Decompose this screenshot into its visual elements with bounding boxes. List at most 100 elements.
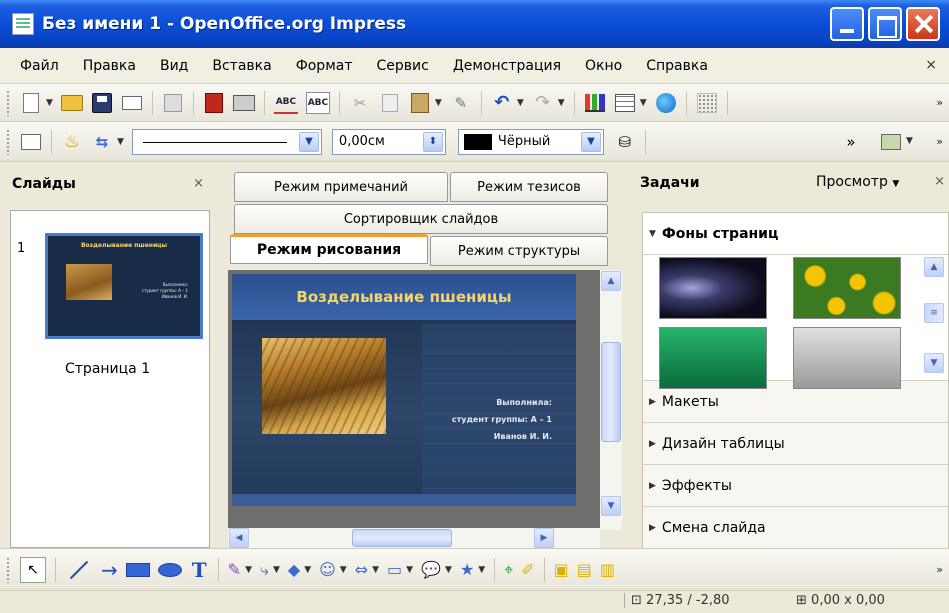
menu-slideshow[interactable]: Демонстрация bbox=[441, 58, 573, 74]
tab-notes[interactable]: Режим примечаний bbox=[234, 172, 448, 202]
curve-tool-icon[interactable]: ✎ bbox=[228, 560, 241, 579]
scroll-up-icon[interactable]: ▲ bbox=[924, 257, 944, 277]
vertical-scroll-thumb[interactable] bbox=[601, 342, 621, 442]
section-slide-transition[interactable]: ▶ Смена слайда bbox=[643, 507, 948, 549]
toolbar-more-button[interactable]: » bbox=[936, 135, 943, 148]
toolbar-more-button[interactable]: » bbox=[936, 96, 943, 109]
chevron-down-icon[interactable]: ▼ bbox=[298, 131, 319, 152]
open-folder-icon[interactable] bbox=[60, 92, 83, 114]
grid-icon[interactable] bbox=[696, 92, 718, 114]
navigator-icon[interactable] bbox=[655, 92, 677, 114]
text-tool-icon[interactable]: T bbox=[192, 558, 207, 582]
block-arrows-icon[interactable]: ⇔ bbox=[355, 560, 368, 579]
new-document-icon[interactable] bbox=[20, 92, 42, 114]
slide-canvas[interactable]: Возделывание пшеницы Выполнила: студент … bbox=[228, 270, 600, 530]
ellipse-tool-icon[interactable] bbox=[157, 562, 182, 577]
slide[interactable]: Возделывание пшеницы Выполнила: студент … bbox=[232, 274, 576, 506]
line-width-field[interactable]: 0,00см ⬍ bbox=[331, 128, 446, 155]
chevron-down-icon[interactable]: ▼ bbox=[558, 98, 565, 108]
scroll-down-icon[interactable]: ▼ bbox=[924, 353, 944, 373]
chevron-down-icon[interactable]: ▼ bbox=[478, 565, 485, 575]
clone-formatting-icon[interactable]: ✎ bbox=[450, 92, 472, 114]
master-page-thumbnail[interactable] bbox=[659, 257, 767, 319]
slides-list[interactable]: 1 Возделывание пшеницы Выполнила: студен… bbox=[10, 210, 210, 548]
line-style-select[interactable]: ▼ bbox=[131, 128, 322, 155]
tab-handout[interactable]: Режим тезисов bbox=[450, 172, 608, 202]
spellcheck-icon[interactable]: ABC bbox=[273, 92, 298, 114]
right-splitter[interactable] bbox=[626, 162, 636, 548]
slide-thumbnail[interactable]: Возделывание пшеницы Выполнила: студент … bbox=[45, 233, 203, 339]
chevron-down-icon[interactable]: ▼ bbox=[340, 565, 347, 575]
cut-icon[interactable]: ✂ bbox=[349, 92, 371, 114]
chevron-down-icon[interactable]: ▼ bbox=[304, 565, 311, 575]
spin-button-icon[interactable]: ⬍ bbox=[422, 131, 443, 152]
document-close-button[interactable]: × bbox=[925, 57, 937, 73]
tasks-pane-close-button[interactable]: × bbox=[934, 174, 945, 189]
chevron-down-icon[interactable]: ▼ bbox=[245, 565, 252, 575]
chevron-down-icon[interactable]: ▼ bbox=[406, 565, 413, 575]
flowchart-icon[interactable]: ▭ bbox=[387, 560, 402, 579]
redo-icon[interactable]: ↷ bbox=[532, 92, 554, 114]
slides-pane-close-button[interactable]: × bbox=[193, 176, 204, 191]
horizontal-scrollbar[interactable]: ◀ ▶ bbox=[228, 528, 600, 548]
menu-file[interactable]: Файл bbox=[8, 58, 71, 74]
toolbar-more-button[interactable]: » bbox=[936, 563, 943, 576]
from-file-icon[interactable]: ▤ bbox=[577, 560, 592, 579]
section-effects[interactable]: ▶ Эффекты bbox=[643, 465, 948, 507]
copy-icon[interactable] bbox=[379, 92, 401, 114]
chevron-down-icon[interactable]: ▼ bbox=[46, 98, 53, 108]
close-button[interactable] bbox=[906, 7, 940, 41]
select-icon[interactable]: ↖ bbox=[20, 556, 46, 583]
scroll-down-icon[interactable]: ▼ bbox=[601, 496, 621, 516]
chevron-down-icon[interactable]: ▼ bbox=[117, 137, 124, 147]
menu-window[interactable]: Окно bbox=[573, 58, 634, 74]
menu-tools[interactable]: Сервис bbox=[365, 58, 441, 74]
line-tool-icon[interactable] bbox=[69, 560, 89, 579]
chevron-down-icon[interactable]: ▼ bbox=[372, 565, 379, 575]
basic-shapes-icon[interactable]: ◆ bbox=[288, 560, 300, 579]
table-icon[interactable] bbox=[614, 92, 636, 114]
slide-insert-icon[interactable] bbox=[880, 131, 902, 153]
maximize-button[interactable] bbox=[868, 7, 902, 41]
area-fill-icon[interactable]: ⛁ bbox=[614, 131, 636, 153]
menu-format[interactable]: Формат bbox=[284, 58, 365, 74]
chevron-down-icon[interactable]: ▼ bbox=[580, 131, 601, 152]
toolbar-grip[interactable] bbox=[6, 556, 10, 583]
menu-view[interactable]: Вид bbox=[148, 58, 200, 74]
slide-layout-icon[interactable] bbox=[20, 131, 42, 153]
chart-icon[interactable] bbox=[584, 92, 606, 114]
left-splitter[interactable] bbox=[214, 162, 224, 548]
tab-outline[interactable]: Режим структуры bbox=[430, 236, 608, 266]
autospellcheck-icon[interactable]: ABC bbox=[305, 91, 330, 114]
impress-app-icon[interactable] bbox=[12, 13, 34, 35]
email-icon[interactable] bbox=[121, 92, 143, 114]
symbol-shapes-icon[interactable]: ☺ bbox=[319, 560, 336, 579]
slide-subtitle[interactable]: Выполнила: студент группы: А – 1 Иванов … bbox=[382, 394, 552, 445]
chevron-down-icon[interactable]: ▼ bbox=[435, 98, 442, 108]
section-table-design[interactable]: ▶ Дизайн таблицы bbox=[643, 423, 948, 465]
tab-slide-sorter[interactable]: Сортировщик слайдов bbox=[234, 204, 608, 234]
section-master-pages[interactable]: ▼ Фоны страниц bbox=[643, 213, 948, 255]
toolbar-more-button[interactable]: » bbox=[840, 131, 862, 153]
points-icon[interactable]: ⌖ bbox=[504, 560, 513, 580]
menu-help[interactable]: Справка bbox=[634, 58, 720, 74]
arrow-tool-icon[interactable]: → bbox=[101, 558, 118, 582]
edit-file-icon[interactable] bbox=[162, 92, 184, 114]
styles-icon[interactable]: ♨ bbox=[61, 131, 83, 153]
fontwork-icon[interactable]: ▣ bbox=[554, 560, 569, 579]
chevron-down-icon[interactable]: ▼ bbox=[906, 136, 913, 146]
scroll-up-icon[interactable]: ▲ bbox=[601, 271, 621, 291]
minimize-button[interactable] bbox=[830, 7, 864, 41]
menu-edit[interactable]: Правка bbox=[71, 58, 148, 74]
wheat-image[interactable] bbox=[262, 338, 386, 434]
print-icon[interactable] bbox=[232, 92, 255, 114]
chevron-down-icon[interactable]: ▼ bbox=[640, 98, 647, 108]
callouts-icon[interactable]: 💬 bbox=[421, 560, 441, 579]
tasks-view-menu[interactable]: Просмотр ▼ bbox=[816, 174, 899, 190]
paste-icon[interactable] bbox=[409, 92, 431, 114]
save-icon[interactable] bbox=[91, 92, 113, 114]
horizontal-scroll-thumb[interactable] bbox=[352, 529, 452, 547]
scroll-left-icon[interactable]: ◀ bbox=[229, 528, 249, 548]
master-page-thumbnail[interactable] bbox=[659, 327, 767, 389]
chevron-down-icon[interactable]: ▼ bbox=[445, 565, 452, 575]
